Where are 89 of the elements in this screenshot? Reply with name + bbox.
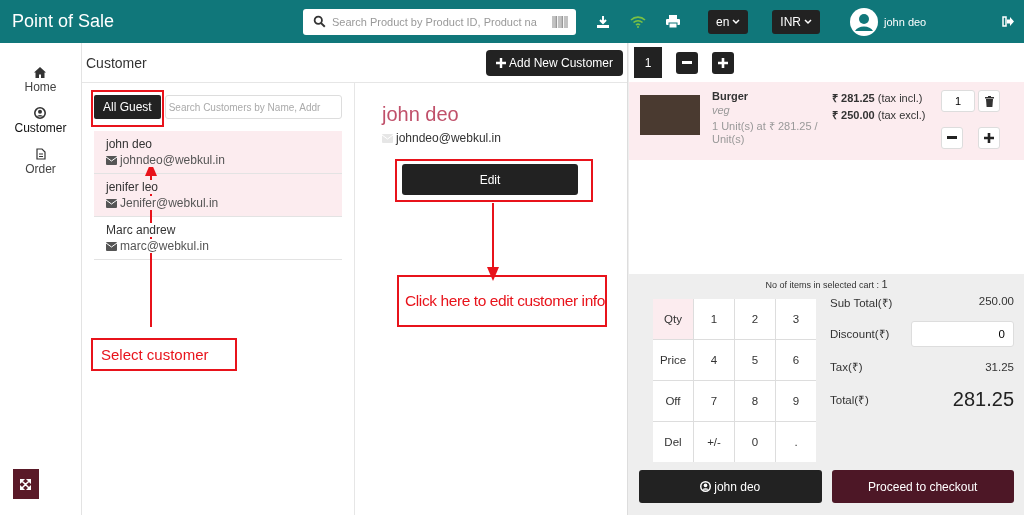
subtotal-value: 250.00 (978, 295, 1014, 307)
keypad-key[interactable]: 3 (776, 299, 816, 339)
keypad-key[interactable]: 6 (776, 340, 816, 380)
keypad-key[interactable]: Del (653, 422, 693, 462)
keypad-key[interactable]: 7 (694, 381, 734, 421)
keypad-key[interactable]: 4 (694, 340, 734, 380)
delete-button[interactable] (978, 90, 1000, 112)
language-dropdown[interactable]: en (708, 9, 749, 34)
customer-search-field[interactable]: Search Customers by Name, Addr (164, 95, 342, 119)
app-title: Point of Sale (12, 11, 116, 32)
keypad-key[interactable]: 2 (735, 299, 775, 339)
cart-tab[interactable]: 1 (634, 47, 662, 78)
currency-dropdown[interactable]: INR (772, 9, 821, 34)
cart-item-count: No of items in selected cart : 1 (764, 278, 889, 290)
keypad-key[interactable]: 5 (735, 340, 775, 380)
plus-icon (984, 132, 994, 143)
customer-button[interactable]: john deo (639, 470, 822, 503)
discount-label: Discount(₹) (830, 327, 890, 341)
customer-email: Jenifer@webkul.in (120, 196, 219, 210)
keypad-key[interactable]: Off (653, 381, 693, 421)
customer-detail-name: john deo (382, 103, 460, 126)
printer-icon[interactable] (666, 15, 680, 28)
annotation-callout: Click here to edit customer info (397, 275, 607, 327)
annotation-callout: Select customer (91, 338, 237, 371)
trash-icon (984, 95, 994, 107)
plus-icon (495, 57, 506, 68)
caret-icon (732, 18, 741, 25)
add-customer-button[interactable]: Add New Customer (485, 49, 623, 76)
minus-icon (682, 61, 692, 64)
keypad-key[interactable]: 1 (694, 299, 734, 339)
checkout-button[interactable]: Proceed to checkout (831, 470, 1014, 503)
keypad-key[interactable]: . (776, 422, 816, 462)
customer-email: marc@webkul.in (120, 239, 209, 253)
user-circle-icon (34, 107, 47, 119)
total-label: Total(₹) (830, 393, 869, 407)
item-name: Burger (712, 90, 750, 102)
logout-icon[interactable] (1002, 16, 1014, 27)
download-icon[interactable] (596, 14, 610, 29)
customer-email: johndeo@webkul.in (120, 153, 225, 167)
subtotal-label: Sub Total(₹) (830, 296, 893, 310)
panel-title: Customer (86, 54, 147, 71)
home-icon (34, 67, 47, 78)
sidebar-item[interactable]: Customer (14, 107, 67, 135)
plus-icon (718, 57, 728, 68)
keypad-key[interactable]: 9 (776, 381, 816, 421)
wifi-icon (630, 15, 646, 28)
product-search-field[interactable]: Search Product by Product ID, Product na (303, 8, 576, 35)
price-excl: ₹ 250.00 (tax excl.) (832, 108, 927, 122)
user-name[interactable]: john deo (884, 15, 1002, 28)
increase-button[interactable] (978, 126, 1000, 149)
caret-icon (804, 18, 813, 25)
all-guest-button[interactable]: All Guest (94, 95, 161, 119)
envelope-icon (382, 133, 393, 143)
item-variant: veg (712, 104, 731, 116)
edit-button[interactable]: Edit (402, 164, 578, 195)
add-cart-button[interactable] (712, 51, 734, 74)
envelope-icon (106, 198, 117, 208)
item-unit-price: 1 Unit(s) at ₹ 281.25 / Unit(s) (712, 119, 819, 145)
quantity-field[interactable]: 1 (941, 90, 975, 112)
customer-name: jenifer leo (106, 180, 159, 194)
sidebar-item[interactable]: Order (25, 148, 56, 176)
document-icon (35, 148, 46, 160)
price-incl: ₹ 281.25 (tax incl.) (832, 91, 924, 105)
photo-placeholder (640, 95, 700, 135)
keypad-key[interactable]: 0 (735, 422, 775, 462)
total-value: 281.25 (952, 388, 1014, 411)
barcode-icon[interactable] (552, 15, 568, 28)
avatar-icon[interactable] (850, 7, 879, 36)
sidebar-item[interactable]: Home (24, 67, 57, 94)
remove-cart-button[interactable] (676, 51, 698, 74)
keypad-key[interactable]: 8 (735, 381, 775, 421)
keypad-key[interactable]: Price (653, 340, 693, 380)
customer-row[interactable]: jenifer leo Jenifer@webkul.in (94, 174, 342, 217)
expand-button[interactable] (12, 469, 39, 499)
customer-row[interactable]: john deo johndeo@webkul.in (94, 131, 342, 174)
discount-field[interactable]: 0 (911, 320, 1014, 347)
keypad-key[interactable]: +/- (694, 422, 734, 462)
envelope-icon (106, 241, 117, 251)
expand-icon (20, 478, 31, 490)
customer-name: john deo (106, 137, 153, 151)
customer-detail-email: johndeo@webkul.in (396, 131, 501, 145)
tax-value: 31.25 (985, 360, 1014, 373)
decrease-button[interactable] (941, 126, 963, 149)
minus-icon (947, 136, 957, 139)
keypad-key[interactable]: Qty (653, 299, 693, 339)
tax-label: Tax(₹) (830, 360, 863, 374)
customer-name: Marc andrew (106, 223, 176, 237)
user-circle-icon (700, 481, 712, 492)
envelope-icon (106, 155, 117, 165)
